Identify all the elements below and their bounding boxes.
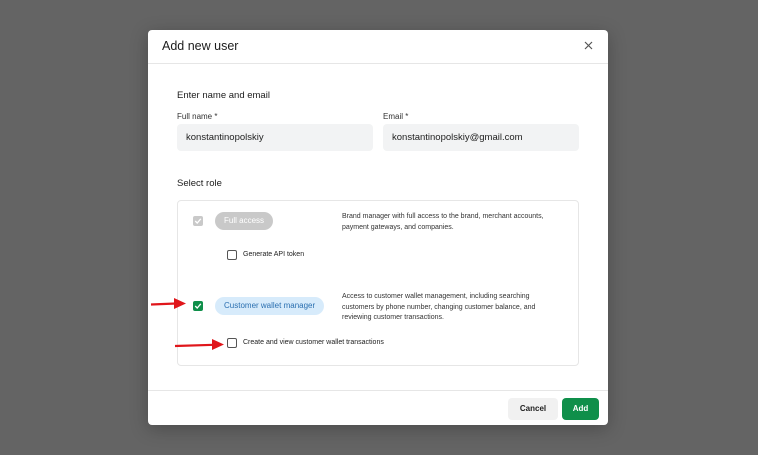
description-line: customers by phone number, changing cust… bbox=[342, 303, 536, 311]
generate-api-token-checkbox[interactable] bbox=[227, 250, 237, 260]
close-icon[interactable] bbox=[580, 38, 596, 54]
cancel-button[interactable]: Cancel bbox=[508, 398, 558, 420]
dialog-header: Add new user bbox=[148, 30, 608, 64]
customer-wallet-manager-checkbox[interactable] bbox=[193, 301, 203, 311]
dialog-footer: Cancel Add bbox=[148, 390, 608, 425]
customer-wallet-manager-description: Access to customer wallet management, in… bbox=[342, 292, 577, 324]
name-section-title: Enter name and email bbox=[177, 90, 270, 101]
full-access-description: Brand manager with full access to the br… bbox=[342, 212, 577, 233]
annotation-arrow-icon bbox=[174, 339, 224, 350]
create-wallet-transactions-checkbox[interactable] bbox=[227, 338, 237, 348]
description-line: Access to customer wallet management, in… bbox=[342, 293, 530, 300]
dialog-title: Add new user bbox=[162, 39, 239, 53]
full-access-checkbox[interactable] bbox=[193, 216, 203, 226]
full-name-field[interactable]: konstantinopolskiy bbox=[177, 124, 373, 151]
add-button[interactable]: Add bbox=[562, 398, 599, 420]
description-line: Brand manager with full access to the br… bbox=[342, 213, 544, 220]
full-access-role-pill[interactable]: Full access bbox=[215, 212, 274, 230]
description-line: payment gateways, and companies. bbox=[342, 223, 454, 231]
customer-wallet-manager-role-pill[interactable]: Customer wallet manager bbox=[215, 297, 325, 315]
add-user-dialog: Add new user Enter name and email Full n… bbox=[148, 30, 608, 425]
annotation-arrow-icon bbox=[150, 298, 186, 309]
role-section-title: Select role bbox=[177, 178, 222, 189]
generate-api-token-label: Generate API token bbox=[243, 251, 305, 258]
description-line: reviewing customer transactions. bbox=[342, 314, 444, 321]
create-wallet-transactions-label: Create and view customer wallet transact… bbox=[243, 339, 384, 346]
email-field[interactable]: konstantinopolskiy@gmail.com bbox=[383, 124, 579, 151]
email-label: Email * bbox=[383, 112, 409, 121]
full-name-label: Full name * bbox=[177, 112, 218, 121]
